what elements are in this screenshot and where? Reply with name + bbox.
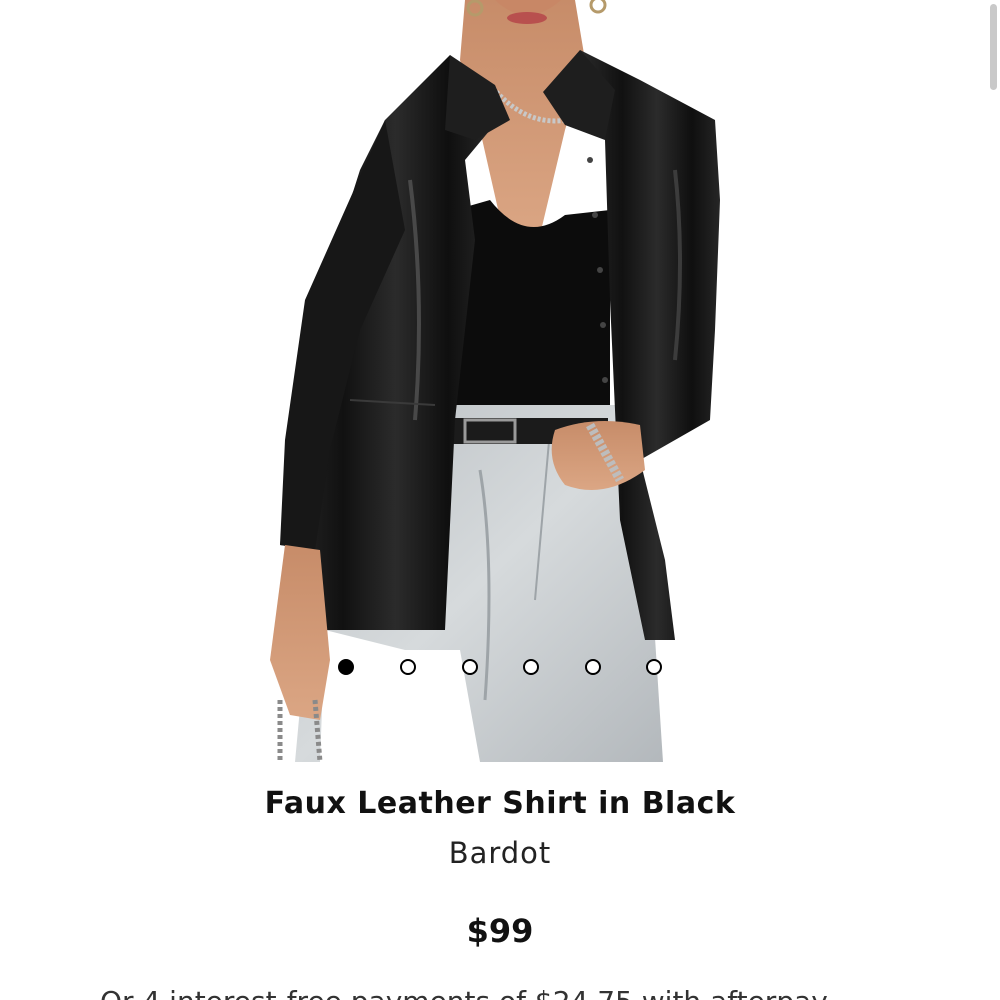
product-price: $99 xyxy=(466,912,534,950)
carousel-dot-4[interactable] xyxy=(523,659,539,675)
product-photo-illustration xyxy=(270,0,720,762)
afterpay-installment-label: Or 4 interest-free payments of $24.75 wi… xyxy=(100,988,828,1000)
carousel-dot-1[interactable] xyxy=(338,659,354,675)
carousel-dot-6[interactable] xyxy=(646,659,662,675)
scrollbar-thumb[interactable] xyxy=(990,4,997,90)
carousel-dot-2[interactable] xyxy=(400,659,416,675)
product-image[interactable] xyxy=(265,0,725,762)
carousel-dot-5[interactable] xyxy=(585,659,601,675)
product-title: Faux Leather Shirt in Black xyxy=(264,786,736,821)
afterpay-installment-text: Or 4 interest-free payments of $24.75 wi… xyxy=(100,988,900,1000)
product-brand-link[interactable]: Bardot xyxy=(0,836,1000,870)
product-page: Faux Leather Shirt in Black Bardot $99 O… xyxy=(0,0,1000,1000)
carousel-dot-3[interactable] xyxy=(462,659,478,675)
scrollbar[interactable] xyxy=(986,0,1000,1000)
image-carousel-dots xyxy=(0,658,1000,680)
